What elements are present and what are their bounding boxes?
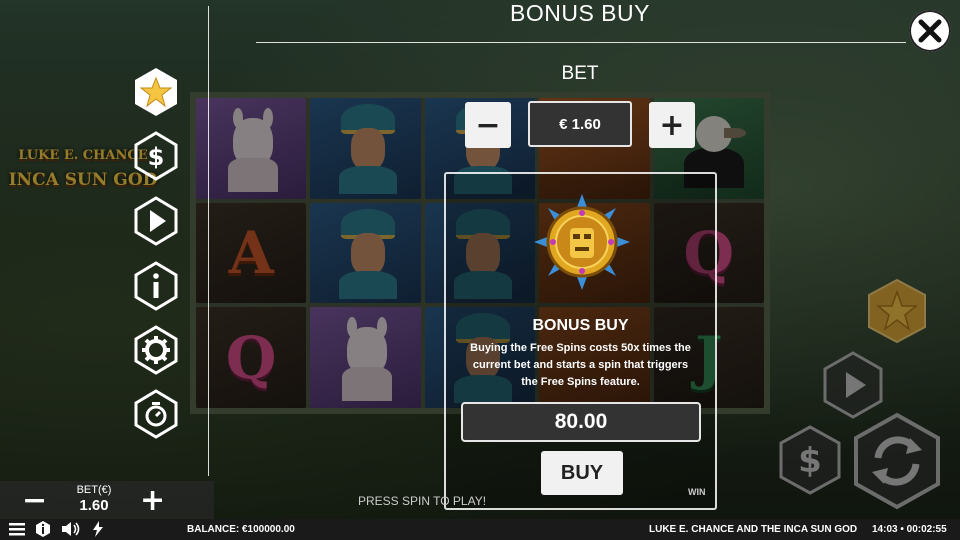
gear-icon xyxy=(134,325,178,375)
win-label: WIN xyxy=(688,487,706,497)
star-icon xyxy=(135,68,177,116)
bonus-buy-price: 80.00 xyxy=(461,402,701,442)
bet-decrease-button[interactable]: − xyxy=(465,102,511,148)
bet-strip-increase-button[interactable]: + xyxy=(140,483,165,518)
bonus-buy-description: Buying the Free Spins costs 50x times th… xyxy=(470,342,691,388)
autoplay-menu-button[interactable] xyxy=(133,195,179,247)
clock-session-time: 14:03 • 00:02:55 xyxy=(872,524,947,535)
title-divider xyxy=(256,42,906,43)
info-icon[interactable] xyxy=(35,521,51,540)
info-icon xyxy=(134,261,178,311)
bet-label: BET xyxy=(561,63,599,84)
sound-icon[interactable] xyxy=(61,521,81,540)
timer-icon xyxy=(134,389,178,439)
settings-menu-button[interactable] xyxy=(133,324,179,376)
close-icon xyxy=(918,19,942,43)
balance-display: BALANCE: €100000.00 xyxy=(187,524,295,535)
press-spin-message: PRESS SPIN TO PLAY! xyxy=(358,494,487,508)
bet-strip: − BET(€) 1.60 + xyxy=(0,481,214,519)
close-button[interactable] xyxy=(909,10,951,52)
bet-menu-button[interactable]: $ xyxy=(133,130,179,182)
dollar-icon: $ xyxy=(134,131,178,181)
play-icon xyxy=(134,196,178,246)
responsible-gaming-button[interactable] xyxy=(133,388,179,440)
bet-strip-decrease-button[interactable]: − xyxy=(22,483,47,518)
inca-sun-medallion-icon xyxy=(534,194,630,290)
turbo-lightning-icon[interactable] xyxy=(92,521,104,540)
info-menu-button[interactable] xyxy=(133,260,179,312)
bet-strip-value: 1.60 xyxy=(79,497,109,514)
svg-text:$: $ xyxy=(148,143,165,171)
bonus-buy-menu-button[interactable] xyxy=(133,66,179,118)
menu-icon[interactable] xyxy=(8,521,26,540)
game-title: LUKE E. CHANCE AND THE INCA SUN GOD xyxy=(649,524,858,535)
status-bar: BALANCE: €100000.00 LUKE E. CHANCE AND T… xyxy=(0,519,960,540)
bet-increase-button[interactable]: + xyxy=(649,102,695,148)
bet-strip-label: BET(€) xyxy=(76,484,112,496)
divider-vertical xyxy=(208,6,209,476)
page-title: BONUS BUY xyxy=(510,0,650,26)
bet-value: € 1.60 xyxy=(528,101,632,147)
bonus-buy-title: BONUS BUY xyxy=(532,317,629,334)
bonus-buy-panel: BONUS BUY Buying the Free Spins costs 50… xyxy=(444,172,717,510)
buy-button[interactable]: BUY xyxy=(541,451,623,495)
